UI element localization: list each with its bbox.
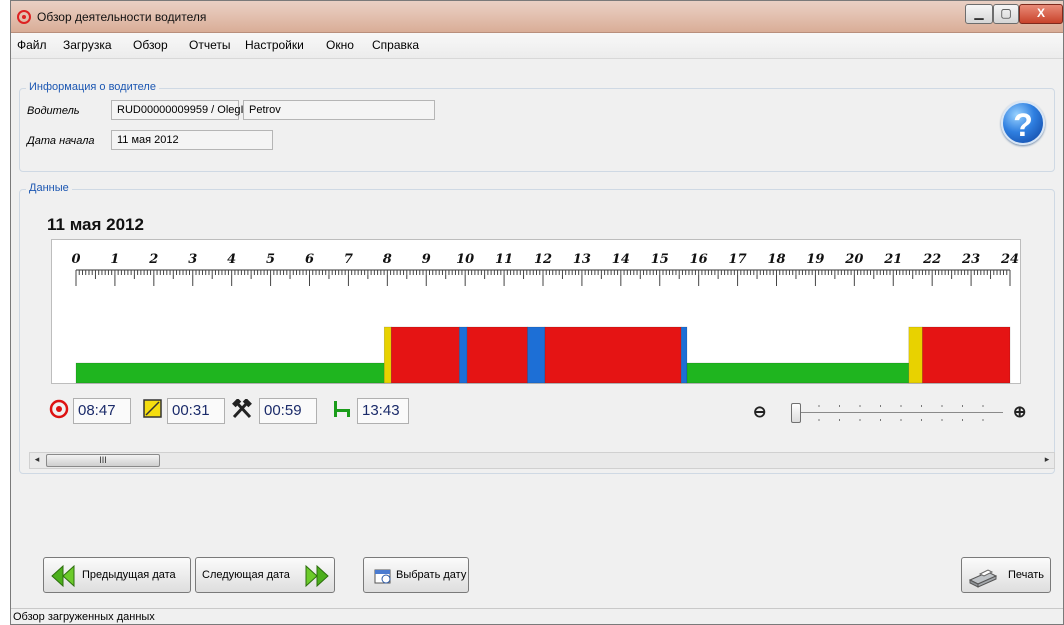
hour-label-4: 4 [227, 252, 236, 267]
hour-label-11: 11 [495, 252, 513, 267]
app-icon [17, 10, 31, 24]
hour-label-9: 9 [422, 252, 431, 267]
activity-segment-availability [383, 326, 392, 384]
start-date-label: Дата начала [27, 135, 95, 147]
zoom-in-icon[interactable]: ⊕ [1013, 402, 1026, 422]
driver-info-group-label: Информация о водителе [26, 81, 159, 93]
availability-time-field: 00:31 [167, 398, 225, 424]
menu-settings[interactable]: Настройки [245, 38, 304, 52]
driving-time-field: 08:47 [73, 398, 131, 424]
activity-segment-driving [466, 326, 528, 384]
printer-icon [968, 569, 998, 588]
close-icon: X [1036, 6, 1045, 20]
availability-icon [143, 399, 162, 418]
zoom-slider[interactable] [798, 412, 1003, 413]
double-arrow-left-icon [51, 564, 75, 588]
minimize-icon: ▁ [974, 6, 984, 20]
chart-date-title: 11 мая 2012 [47, 215, 144, 234]
driver-label: Водитель [27, 105, 80, 117]
hour-label-18: 18 [767, 252, 785, 267]
print-label: Печать [1008, 569, 1045, 581]
hour-label-21: 21 [883, 252, 902, 267]
hour-label-3: 3 [188, 252, 197, 267]
hour-label-6: 6 [305, 252, 314, 267]
calendar-icon [374, 569, 391, 584]
menu-file[interactable]: Файл [17, 38, 47, 52]
rest-bed-icon [334, 401, 350, 417]
activity-segment-work [680, 326, 688, 384]
horizontal-scrollbar[interactable]: ◂ III ▸ [29, 452, 1055, 469]
activity-segment-driving [922, 326, 1011, 384]
work-hammers-icon [232, 399, 252, 419]
hour-label-14: 14 [612, 252, 630, 267]
zoom-slider-ticks-top [798, 405, 1003, 407]
hour-label-23: 23 [961, 252, 980, 267]
help-button[interactable]: ? [1001, 101, 1045, 145]
next-date-button[interactable]: Следующая дата [195, 557, 335, 593]
help-icon: ? [1013, 107, 1033, 143]
maximize-button[interactable]: ▢ [993, 4, 1019, 24]
timeline-svg: 0 1 2 3 4 5 6 7 8 9 10 11 12 13 14 15 16 17 18 19 20 21 22 23 24 [71, 252, 1019, 384]
hour-label-5: 5 [266, 252, 275, 267]
status-text: Обзор загруженных данных [13, 611, 155, 623]
maximize-icon: ▢ [1000, 6, 1012, 20]
data-group-label: Данные [26, 182, 72, 194]
previous-date-button[interactable]: Предыдущая дата [43, 557, 191, 593]
menu-overview[interactable]: Обзор [133, 38, 168, 52]
scroll-left-arrow[interactable]: ◂ [30, 454, 44, 468]
activity-segment-availability [908, 326, 923, 384]
driver-id-field: RUD00000009959 / OlegISP [111, 100, 258, 120]
activity-segment-work [527, 326, 546, 384]
hour-label-20: 20 [844, 252, 863, 267]
hour-label-22: 22 [922, 252, 941, 267]
hour-label-0: 0 [71, 252, 80, 267]
activity-segment-rest [686, 362, 910, 384]
select-date-label: Выбрать дату [396, 569, 467, 581]
zoom-slider-thumb[interactable] [791, 403, 801, 423]
main-window: Обзор деятельности водителя ▁ ▢ X Файл З… [10, 0, 1064, 625]
driver-surname-field: Petrov [243, 100, 435, 120]
driving-icon [49, 399, 69, 419]
hour-label-13: 13 [573, 252, 591, 267]
zoom-slider-ticks-bottom [798, 419, 1003, 421]
status-bar: Обзор загруженных данных [11, 608, 1063, 624]
hour-label-16: 16 [690, 252, 708, 267]
hour-label-17: 17 [729, 252, 747, 267]
hour-label-7: 7 [344, 252, 353, 267]
next-date-label: Следующая дата [202, 569, 290, 581]
close-button[interactable]: X [1019, 4, 1063, 24]
minimize-button[interactable]: ▁ [965, 4, 993, 24]
activity-segment-rest [75, 362, 385, 384]
menu-download[interactable]: Загрузка [63, 38, 112, 52]
hour-label-24: 24 [1000, 252, 1019, 267]
window-title: Обзор деятельности водителя [37, 10, 207, 24]
activity-segment-driving [544, 326, 682, 384]
start-date-field: 11 мая 2012 [111, 130, 273, 150]
menu-bar: Файл Загрузка Обзор Отчеты Настройки Окн… [11, 33, 1063, 59]
hour-label-19: 19 [806, 252, 824, 267]
menu-reports[interactable]: Отчеты [189, 38, 230, 52]
title-bar: Обзор деятельности водителя ▁ ▢ X [11, 1, 1063, 33]
menu-help[interactable]: Справка [372, 38, 419, 52]
hour-label-1: 1 [110, 252, 119, 267]
zoom-out-icon[interactable]: ⊖ [753, 402, 766, 422]
hour-label-2: 2 [148, 252, 158, 267]
activity-timeline-chart: 0 1 2 3 4 5 6 7 8 9 10 11 12 13 14 15 16 17 18 19 20 21 22 23 24 [51, 239, 1021, 384]
activity-segment-driving [390, 326, 460, 384]
menu-window[interactable]: Окно [326, 38, 354, 52]
hour-label-15: 15 [651, 252, 669, 267]
print-button[interactable]: Печать [961, 557, 1051, 593]
previous-date-label: Предыдущая дата [82, 569, 176, 581]
hour-label-12: 12 [534, 252, 552, 267]
select-date-button[interactable]: Выбрать дату [363, 557, 469, 593]
hour-label-10: 10 [456, 252, 474, 267]
activity-segment-work [459, 326, 468, 384]
scroll-thumb[interactable]: III [46, 454, 160, 467]
hour-label-8: 8 [383, 252, 392, 267]
work-time-field: 00:59 [259, 398, 317, 424]
rest-time-field: 13:43 [357, 398, 409, 424]
scroll-right-arrow[interactable]: ▸ [1040, 454, 1054, 468]
double-arrow-right-icon [305, 564, 329, 588]
